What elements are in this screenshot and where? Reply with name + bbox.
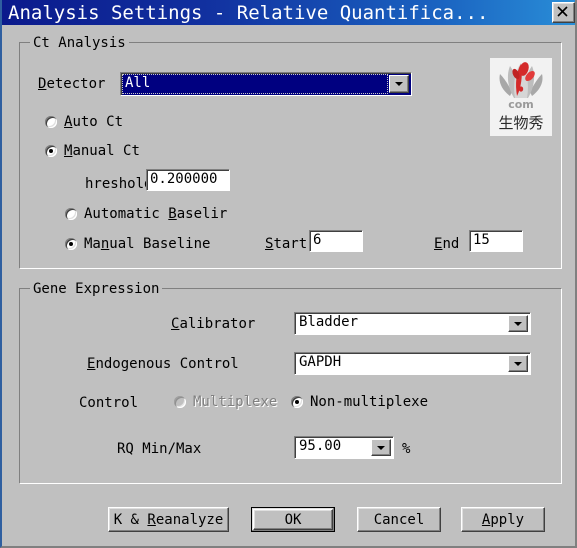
calibrator-value: Bladder — [299, 314, 359, 330]
end-input[interactable]: 15 — [469, 230, 523, 252]
radio-manual-baseline-indicator — [65, 238, 77, 250]
detector-label: Detector — [38, 76, 120, 92]
rq-min-max-label: RQ Min/Max — [117, 441, 202, 457]
ct-analysis-group-title: Ct Analysis — [30, 35, 129, 51]
radio-manual-ct-label: Manual Ct — [64, 143, 140, 159]
chevron-down-icon — [514, 361, 522, 366]
chevron-down-icon — [395, 82, 403, 86]
ok-button-label: OK — [284, 511, 302, 528]
radio-auto-ct-indicator — [45, 116, 57, 128]
radio-multiplexed-label: Multiplexe — [193, 394, 278, 410]
cancel-button-label: Cancel — [373, 511, 425, 528]
radio-automatic-baseline-indicator — [65, 208, 77, 220]
cancel-button[interactable]: Cancel — [357, 507, 441, 532]
bio-logo-icon — [499, 62, 543, 98]
start-input[interactable]: 6 — [309, 230, 363, 252]
gene-expression-group-title: Gene Expression — [30, 281, 163, 297]
calibrator-dropdown-arrow[interactable] — [508, 315, 528, 332]
radio-non-multiplexed[interactable]: Non-multiplexe — [291, 394, 450, 410]
apply-button[interactable]: Apply — [461, 507, 545, 532]
apply-button-label: Apply — [481, 511, 525, 528]
endogenous-control-value: GAPDH — [299, 354, 342, 370]
chevron-down-icon — [514, 321, 522, 326]
detector-dropdown-arrow[interactable] — [389, 75, 409, 93]
window-title: Analysis Settings - Relative Quantifica.… — [8, 1, 489, 24]
radio-manual-baseline[interactable]: Manual Baseline — [65, 236, 210, 252]
detector-combobox[interactable]: All — [120, 72, 412, 96]
end-label: End — [434, 236, 460, 252]
radio-auto-ct-label: Auto Ct — [64, 114, 124, 130]
radio-automatic-baseline[interactable]: Automatic Baselir — [65, 206, 229, 222]
start-label: Start — [265, 236, 308, 252]
radio-manual-baseline-label: Manual Baseline — [84, 236, 211, 252]
endogenous-control-dropdown-arrow[interactable] — [508, 355, 528, 372]
radio-multiplexed-indicator — [174, 396, 186, 408]
radio-manual-ct[interactable]: Manual Ct — [45, 143, 140, 159]
radio-manual-ct-indicator — [45, 145, 57, 157]
rq-min-max-value: 95.00 — [299, 438, 342, 454]
rq-min-max-dropdown-arrow[interactable] — [371, 439, 391, 456]
logo-com-text: com — [508, 98, 534, 111]
calibrator-label: Calibrator — [171, 316, 256, 332]
calibrator-combobox[interactable]: Bladder — [294, 312, 531, 335]
rq-min-max-unit: % — [402, 441, 411, 457]
detector-value: All — [122, 74, 388, 94]
title-bar: Analysis Settings - Relative Quantifica.… — [2, 0, 575, 25]
ok-button[interactable]: OK — [251, 507, 335, 532]
chevron-down-icon — [377, 445, 385, 450]
close-button[interactable] — [552, 2, 575, 23]
radio-multiplexed[interactable]: Multiplexe — [174, 394, 289, 410]
control-label: Control — [79, 395, 139, 411]
endogenous-control-label: Endogenous Control — [87, 356, 239, 372]
close-icon — [557, 6, 568, 17]
radio-non-multiplexed-label: Non-multiplexe — [310, 394, 429, 410]
endogenous-control-combobox[interactable]: GAPDH — [294, 352, 531, 375]
detector-label-text: etector — [46, 76, 106, 92]
analysis-settings-dialog: Analysis Settings - Relative Quantifica.… — [0, 0, 577, 548]
logo-chinese-text: 生物秀 — [498, 114, 544, 132]
radio-automatic-baseline-label: Automatic Baselir — [84, 206, 228, 222]
radio-non-multiplexed-indicator — [291, 396, 303, 408]
ok-and-reanalyze-button[interactable]: K & Reanalyze — [108, 507, 229, 532]
radio-auto-ct[interactable]: Auto Ct — [45, 114, 123, 130]
threshold-input[interactable]: 0.200000 — [146, 169, 230, 191]
rq-min-max-combobox[interactable]: 95.00 — [294, 436, 394, 459]
ok-and-reanalyze-button-label: K & Reanalyze — [113, 511, 224, 528]
bio-com-watermark-logo: com 生物秀 — [490, 58, 552, 136]
